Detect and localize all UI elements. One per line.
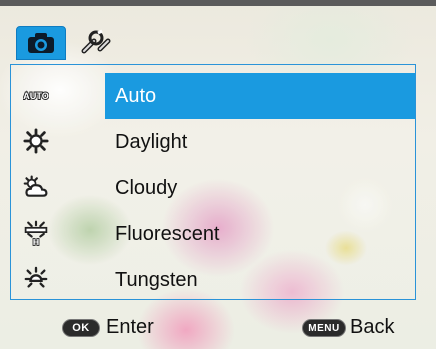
wb-tungsten-icon	[23, 266, 49, 292]
menu-item-label: Fluorescent	[115, 223, 220, 245]
wb-auto-icon-text: AUTO	[23, 91, 49, 101]
camera-icon	[28, 33, 54, 53]
wb-cloudy-icon	[23, 174, 49, 200]
settings-wrench-icon	[81, 29, 111, 54]
back-label: Back	[350, 316, 395, 338]
wb-fluorescent-icon: H	[23, 220, 49, 248]
menu-key-badge[interactable]: MENU	[302, 319, 346, 337]
footer-hints: OK Enter MENU Back	[0, 312, 436, 342]
menu-item-label: Auto	[115, 85, 157, 107]
wb-daylight-icon	[23, 128, 49, 154]
white-balance-menu: AUTO Auto Daylight Cloudy H Fluorescent …	[10, 64, 416, 300]
menu-item-label: Daylight	[115, 131, 188, 153]
menu-item-auto[interactable]: AUTO Auto	[11, 73, 415, 119]
menu-item-tungsten[interactable]: Tungsten	[11, 257, 415, 303]
tab-camera[interactable]	[16, 26, 66, 60]
menu-item-cloudy[interactable]: Cloudy	[11, 165, 415, 211]
menu-item-fluorescent[interactable]: H Fluorescent	[11, 211, 415, 257]
menu-item-daylight[interactable]: Daylight	[11, 119, 415, 165]
tab-bar	[14, 18, 434, 60]
menu-item-label: Tungsten	[115, 269, 198, 291]
top-border	[0, 0, 436, 6]
ok-key-badge[interactable]: OK	[62, 319, 100, 337]
menu-item-label: Cloudy	[115, 177, 178, 199]
enter-label: Enter	[106, 316, 154, 338]
tab-settings[interactable]	[72, 26, 118, 60]
svg-text:H: H	[33, 237, 39, 247]
wb-auto-icon: AUTO	[23, 82, 49, 108]
